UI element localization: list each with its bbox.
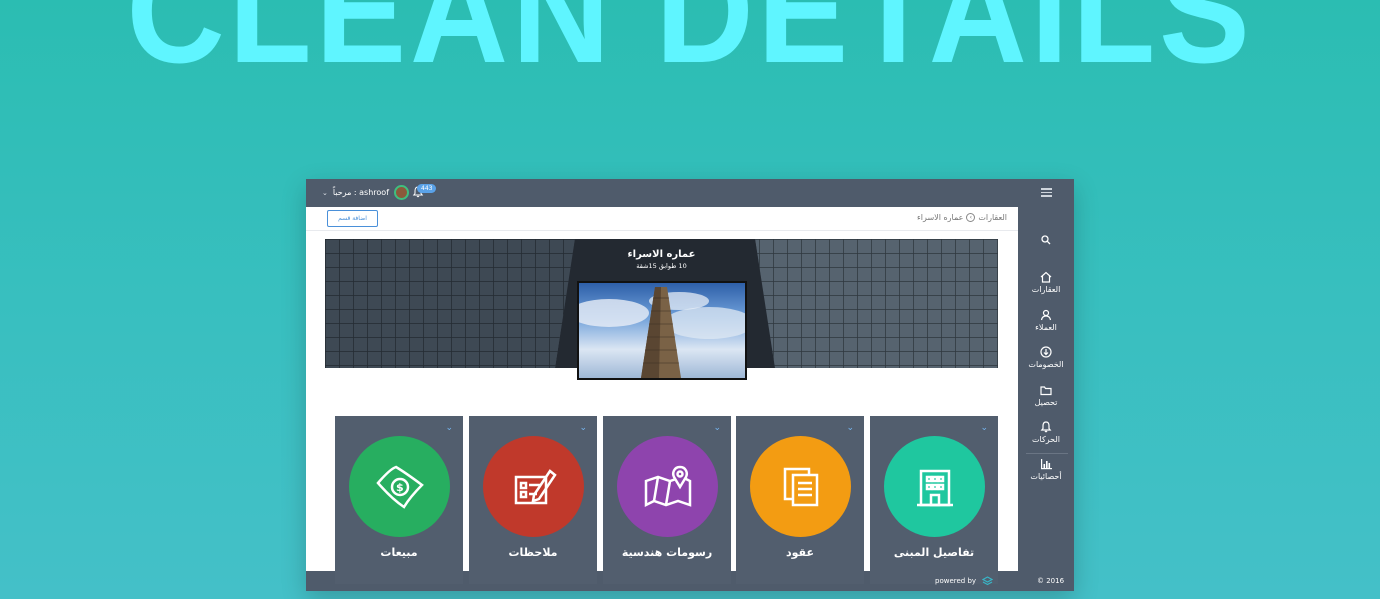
building-icon (916, 469, 953, 506)
sidebar-item-movements[interactable]: الحركات (1018, 421, 1074, 444)
tile-label: ملاحظات (508, 546, 558, 559)
money-icon: $ (375, 465, 424, 509)
chevron-down-icon: ⌄ (322, 188, 328, 197)
sidebar-item-label: العقارات (1031, 285, 1061, 294)
user-menu[interactable]: ⌄ مرحباً : ashroof (322, 185, 410, 200)
sidebar-item-properties[interactable]: العقارات (1018, 271, 1074, 294)
chart-icon (1040, 459, 1052, 470)
tile-sales[interactable]: ⌄ $ مبيعات (335, 416, 463, 584)
search-icon[interactable] (1041, 235, 1051, 245)
sidebar-item-label: أحصائيات (1030, 472, 1062, 481)
chevron-down-icon[interactable]: ⌄ (713, 423, 721, 433)
main-content: اضافة قسم العقارات › عماره الاسراء عماره… (306, 207, 1018, 584)
tile-contracts[interactable]: ⌄ عقود (736, 416, 864, 584)
bell-icon (1040, 421, 1052, 433)
powered-by-text: powered by (935, 577, 977, 585)
tile-engineering-drawings[interactable]: ⌄ رسومات هندسية (603, 416, 731, 584)
documents-icon (783, 467, 818, 506)
sidebar-item-collection[interactable]: تحصيل (1018, 384, 1074, 407)
building-photo (577, 281, 747, 380)
tile-circle (617, 436, 718, 537)
svg-text:$: $ (396, 481, 404, 494)
menu-toggle-icon[interactable] (1041, 188, 1052, 199)
note-edit-icon (514, 468, 557, 504)
app-window: ⌄ مرحباً : ashroof 443 اضافة قسم العقارا… (306, 179, 1074, 591)
notification-badge: 443 (417, 184, 437, 193)
sidebar-item-label: الحركات (1031, 435, 1060, 444)
arrow-circle-icon: › (966, 213, 976, 222)
avatar[interactable] (394, 185, 410, 200)
sidebar-item-label: العملاء (1035, 323, 1057, 332)
building-photo-image (579, 287, 745, 378)
sidebar-item-label: الخصومات (1028, 360, 1064, 369)
tile-label: مبيعات (380, 546, 418, 559)
footer: powered by © 2016 (306, 571, 1074, 591)
tile-building-details[interactable]: ⌄ تفاصيل المبنى (870, 416, 998, 584)
breadcrumb-item-building: عماره الاسراء (917, 213, 964, 222)
sidebar-item-statistics[interactable]: أحصائيات (1018, 458, 1074, 481)
tile-circle: $ (349, 436, 450, 537)
greeting: مرحباً : ashroof (332, 188, 390, 197)
breadcrumb-item-properties[interactable]: العقارات (978, 213, 1007, 222)
add-section-button[interactable]: اضافة قسم (327, 210, 378, 227)
hero-headline: CLEAN DETAILS (126, 0, 1254, 94)
tile-label: تفاصيل المبنى (893, 546, 975, 559)
sidebar-item-clients[interactable]: العملاء (1018, 309, 1074, 332)
tile-notes[interactable]: ⌄ ملاحظات (469, 416, 597, 584)
chevron-down-icon[interactable]: ⌄ (445, 423, 453, 433)
tile-circle (750, 436, 851, 537)
tile-circle (483, 436, 584, 537)
map-pin-icon (644, 465, 691, 507)
top-bar: ⌄ مرحباً : ashroof 443 (306, 179, 1074, 207)
tile-label: رسومات هندسية (621, 546, 713, 559)
chevron-down-icon[interactable]: ⌄ (980, 423, 988, 433)
sidebar-item-label: تحصيل (1034, 398, 1058, 407)
building-meta: 10 طوابق 15شقة (636, 262, 687, 270)
tile-circle (884, 436, 985, 537)
breadcrumb: العقارات › عماره الاسراء (917, 213, 1007, 222)
tile-label: عقود (786, 546, 814, 559)
folder-icon (1040, 386, 1052, 396)
discount-icon (1040, 346, 1052, 358)
home-icon (1040, 271, 1052, 283)
chevron-down-icon[interactable]: ⌄ (579, 423, 587, 433)
building-title: عماره الاسراء (627, 249, 696, 260)
users-icon (1040, 309, 1052, 321)
sidebar-divider (1026, 453, 1068, 454)
chevron-down-icon[interactable]: ⌄ (846, 423, 854, 433)
sidebar-item-discounts[interactable]: الخصومات (1018, 346, 1074, 369)
copyright: © 2016 (1037, 577, 1065, 585)
breadcrumb-bar: اضافة قسم العقارات › عماره الاسراء (306, 207, 1018, 231)
sidebar: العقارات العملاء الخصومات تحصيل الحركات … (1018, 207, 1074, 571)
brand-logo-icon[interactable] (982, 576, 993, 587)
